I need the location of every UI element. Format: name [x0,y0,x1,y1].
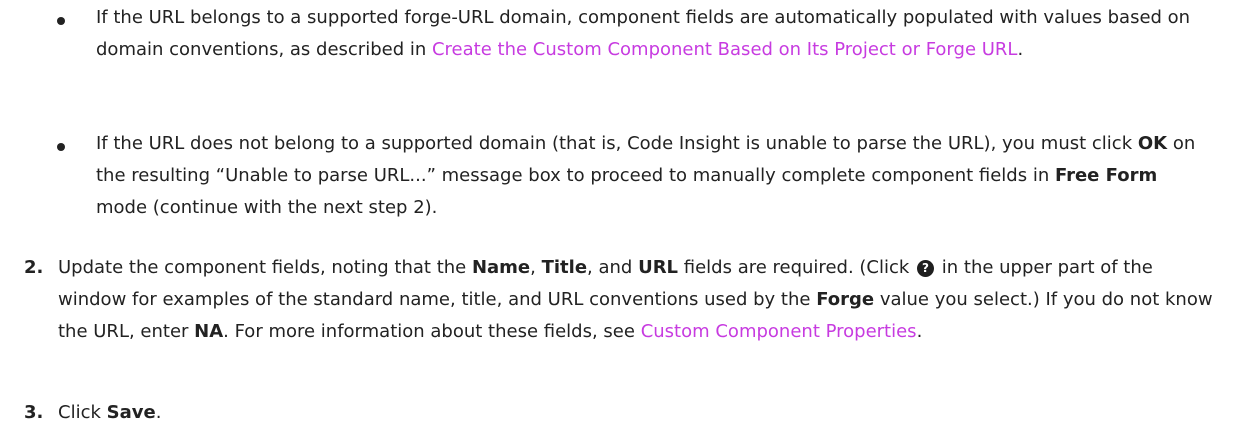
step-text: fields are required. (Click [678,257,916,278]
question-circle-icon[interactable]: ? [917,260,935,277]
bold-name: Name [471,257,531,278]
bold-na: NA [194,321,224,342]
step-update-fields: Update the component fields, noting that… [58,252,1218,348]
step-text: , [530,257,542,278]
step-text: Update the component fields, noting that… [58,257,472,278]
link-create-custom-component[interactable]: Create the Custom Component Based on Its… [432,39,1017,60]
bold-free-form: Free Form [1054,165,1158,186]
step-number: 2. [24,257,44,278]
bold-forge: Forge [816,289,875,310]
bullet-dot [57,17,65,25]
bullet-dot [57,143,65,151]
step-click-save: Click Save. [58,397,1218,429]
bullet-text: If the URL does not belong to a supporte… [96,133,1138,154]
bullet-item-supported-domain: If the URL belongs to a supported forge-… [96,2,1206,66]
step-number: 3. [24,402,44,423]
step-text: . [916,321,923,342]
bold-url: URL [638,257,679,278]
document-body: If the URL belongs to a supported forge-… [0,0,1238,445]
step-text: Click [58,402,107,423]
bullet-text: . [1017,39,1024,60]
step-text: , and [587,257,639,278]
bold-title: Title [541,257,588,278]
bullet-text: mode (continue with the next step 2). [96,197,438,218]
bold-ok: OK [1137,133,1168,154]
link-custom-component-properties[interactable]: Custom Component Properties [641,321,917,342]
step-text: . For more information about these field… [223,321,641,342]
bold-save: Save [106,402,156,423]
bullet-item-unsupported-domain: If the URL does not belong to a supporte… [96,128,1206,224]
step-text: . [155,402,162,423]
